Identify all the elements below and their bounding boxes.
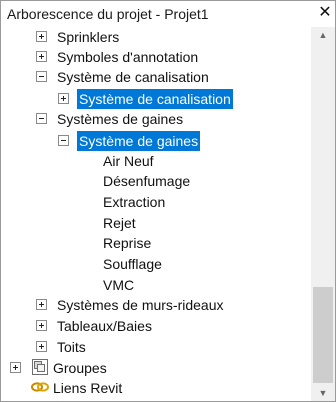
scrollbar-thumb[interactable] — [313, 287, 333, 383]
tree-item-label: Systèmes de gaines — [57, 111, 184, 127]
scroll-down-icon[interactable]: ▼ — [311, 385, 335, 401]
tree-item-label: Système de canalisation — [77, 89, 233, 109]
expand-plus-icon[interactable] — [10, 362, 21, 373]
project-browser-panel: Arborescence du projet - Projet1 ✕ Sprin… — [0, 0, 336, 402]
expand-plus-icon[interactable] — [36, 341, 47, 352]
tree-item-label: Tableaux/Baies — [57, 318, 152, 334]
project-tree: Sprinklers Symboles d'annotation Système… — [1, 27, 311, 401]
tree-item-symboles-annotation[interactable]: Symboles d'annotation — [36, 47, 286, 67]
tree-item-label: Extraction — [103, 194, 166, 210]
expand-plus-icon[interactable] — [36, 320, 47, 331]
groups-icon — [32, 359, 48, 375]
tree-item-sprinklers[interactable]: Sprinklers — [36, 27, 286, 47]
tree-item-label: Symboles d'annotation — [57, 49, 199, 65]
collapse-minus-icon[interactable] — [58, 135, 69, 146]
tree-item-air-neuf[interactable]: Air Neuf — [103, 151, 263, 171]
tree-item-tableaux-baies[interactable]: Tableaux/Baies — [36, 316, 286, 336]
tree-item-desenfumage[interactable]: Désenfumage — [103, 171, 263, 191]
tree-item-systeme-gaines-type[interactable]: Système de gaines — [58, 131, 238, 151]
tree-item-label: Reprise — [103, 235, 152, 251]
vertical-scrollbar[interactable]: ▲ ▼ — [311, 27, 335, 401]
tree-item-label: Toits — [57, 339, 86, 355]
tree-item-rejet[interactable]: Rejet — [103, 213, 263, 233]
expand-plus-icon[interactable] — [58, 93, 69, 104]
tree-item-label: Soufflage — [103, 256, 162, 272]
tree-item-label: Sprinklers — [57, 29, 120, 45]
tree-item-label: Rejet — [103, 215, 136, 231]
tree-item-groupes[interactable]: Groupes — [10, 358, 210, 378]
tree-item-soufflage[interactable]: Soufflage — [103, 254, 263, 274]
tree-item-label: Système de canalisation — [57, 69, 209, 85]
tree-item-systemes-gaines[interactable]: Systèmes de gaines — [36, 109, 286, 129]
expand-plus-icon[interactable] — [36, 31, 47, 42]
tree-item-label: Systèmes de murs-rideaux — [57, 297, 224, 313]
tree-item-systeme-canalisation[interactable]: Système de canalisation — [36, 67, 286, 87]
tree-item-label: Liens Revit — [53, 380, 123, 396]
tree-item-systeme-canalisation-type[interactable]: Système de canalisation — [58, 89, 288, 109]
collapse-minus-icon[interactable] — [36, 71, 47, 82]
tree-item-liens-revit[interactable]: Liens Revit — [31, 378, 231, 398]
expand-plus-icon[interactable] — [36, 299, 47, 310]
tree-item-label: Groupes — [53, 360, 107, 376]
tree-item-toits[interactable]: Toits — [36, 337, 286, 357]
tree-item-label: VMC — [103, 277, 135, 293]
panel-title: Arborescence du projet - Projet1 — [7, 6, 209, 22]
tree-item-extraction[interactable]: Extraction — [103, 192, 263, 212]
tree-item-reprise[interactable]: Reprise — [103, 233, 263, 253]
tree-item-label: Air Neuf — [103, 153, 154, 169]
tree-item-murs-rideaux[interactable]: Systèmes de murs-rideaux — [36, 295, 296, 315]
revit-links-icon — [31, 380, 49, 396]
close-icon[interactable]: ✕ — [318, 3, 332, 23]
expand-plus-icon[interactable] — [36, 51, 47, 62]
collapse-minus-icon[interactable] — [36, 113, 47, 124]
tree-item-vmc[interactable]: VMC — [103, 275, 263, 295]
title-bar: Arborescence du projet - Projet1 ✕ — [1, 1, 335, 27]
scroll-up-icon[interactable]: ▲ — [311, 27, 335, 43]
tree-item-label: Désenfumage — [103, 173, 191, 189]
tree-item-label: Système de gaines — [77, 131, 201, 151]
